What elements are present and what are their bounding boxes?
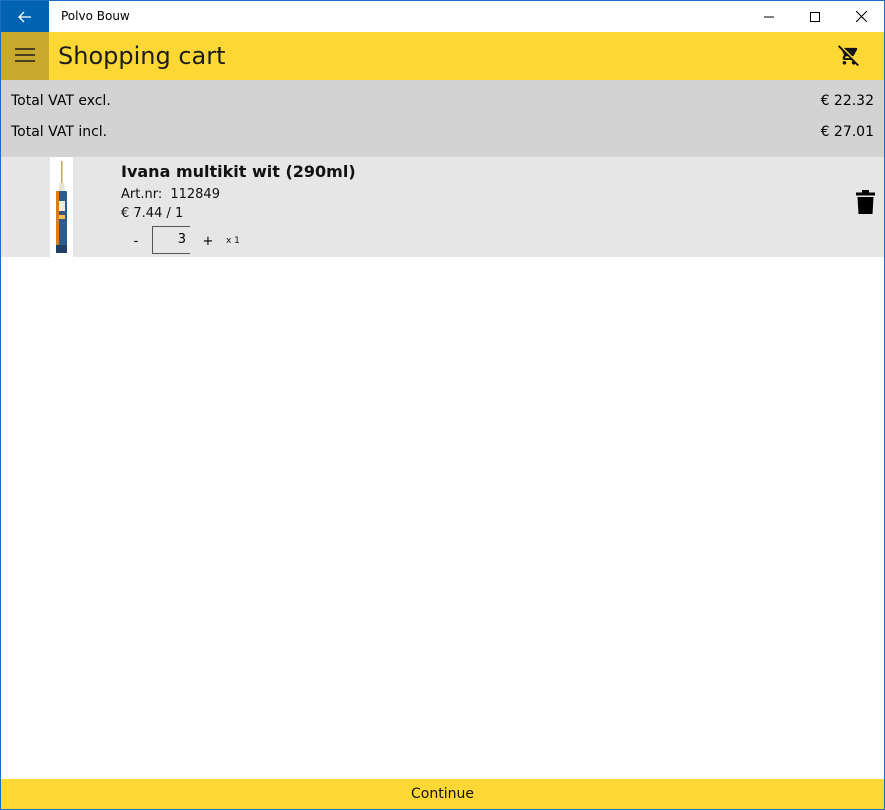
total-vat-excl-value: € 22.32 — [820, 93, 874, 109]
minimize-icon — [764, 7, 774, 26]
close-icon — [855, 7, 867, 26]
article-value: 112849 — [170, 187, 220, 202]
clear-cart-button[interactable] — [836, 44, 862, 70]
item-article-number: Art.nr: 112849 — [121, 187, 220, 202]
page-title: Shopping cart — [58, 42, 226, 70]
maximize-button[interactable] — [792, 1, 838, 32]
back-button[interactable] — [1, 1, 49, 32]
item-name: Ivana multikit wit (290ml) — [121, 162, 356, 181]
continue-button[interactable]: Continue — [1, 779, 884, 809]
quantity-decrease-button[interactable]: - — [129, 232, 143, 252]
menu-button[interactable] — [1, 32, 49, 80]
quantity-input[interactable]: 3 — [152, 226, 190, 254]
article-label: Art.nr: — [121, 187, 163, 202]
quantity-increase-button[interactable]: + — [201, 232, 215, 252]
maximize-icon — [810, 7, 820, 26]
close-button[interactable] — [838, 1, 884, 32]
hamburger-icon — [15, 47, 35, 66]
app-window: Polvo Bouw Shopping cart Total VAT excl.… — [0, 0, 885, 810]
app-header: Shopping cart — [1, 32, 884, 80]
arrow-left-icon — [18, 11, 32, 23]
quantity-unit: x 1 — [226, 236, 240, 246]
cart-item[interactable]: Ivana multikit wit (290ml) Art.nr: 11284… — [1, 157, 884, 257]
delete-item-button[interactable] — [853, 190, 877, 218]
app-title: Polvo Bouw — [61, 9, 130, 23]
item-price: € 7.44 / 1 — [121, 206, 184, 221]
totals-panel: Total VAT excl. € 22.32 Total VAT incl. … — [1, 80, 884, 157]
minimize-button[interactable] — [746, 1, 792, 32]
remove-shopping-cart-icon — [838, 44, 860, 70]
total-vat-incl-label: Total VAT incl. — [11, 124, 108, 140]
title-bar: Polvo Bouw — [1, 1, 884, 32]
total-vat-excl-label: Total VAT excl. — [11, 93, 111, 109]
trash-icon — [855, 190, 875, 218]
total-vat-incl-value: € 27.01 — [820, 124, 874, 140]
product-image — [50, 157, 73, 257]
